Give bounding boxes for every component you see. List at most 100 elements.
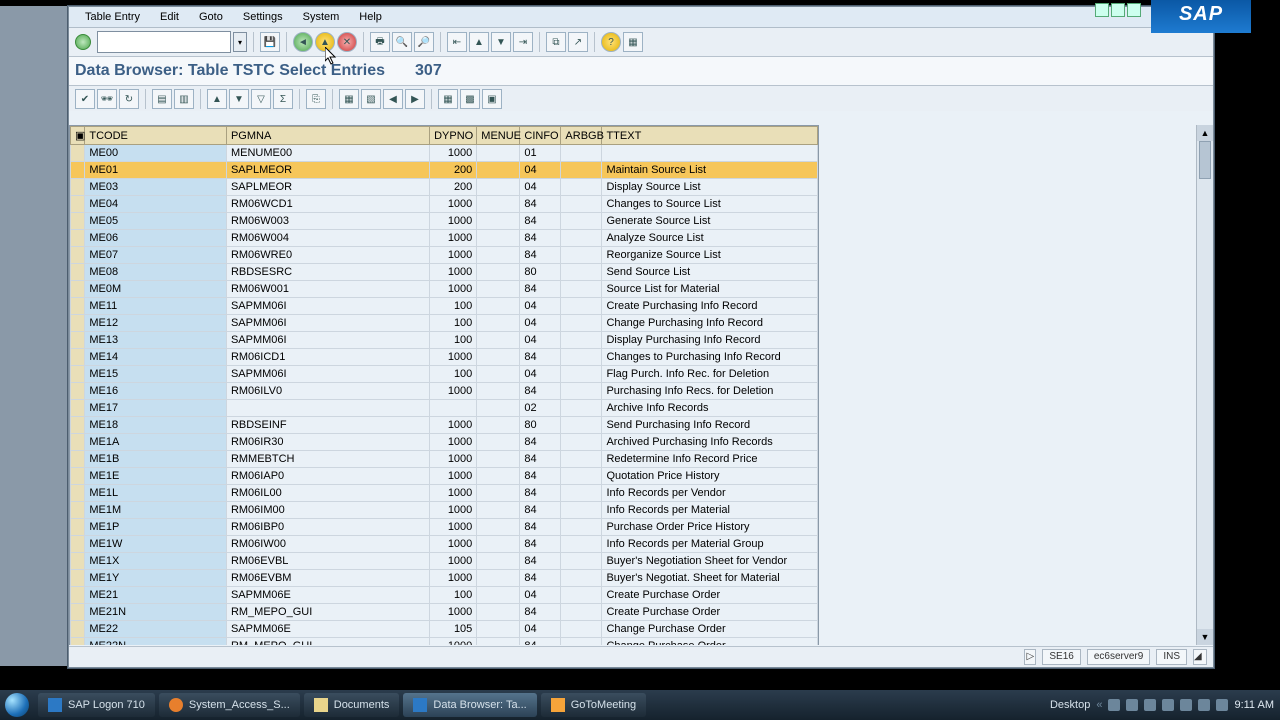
cell[interactable]: Buyer's Negotiat. Sheet for Material — [602, 570, 818, 587]
cell[interactable] — [561, 621, 602, 638]
cell[interactable]: Change Purchasing Info Record — [602, 315, 818, 332]
first-page-button[interactable]: ⇤ — [447, 32, 467, 52]
cell[interactable]: Quotation Price History — [602, 468, 818, 485]
cell[interactable]: ME01 — [85, 162, 227, 179]
cell[interactable]: Send Source List — [602, 264, 818, 281]
cell[interactable]: ME18 — [85, 417, 227, 434]
cell[interactable]: 100 — [430, 332, 477, 349]
cell[interactable] — [477, 281, 520, 298]
table-row[interactable]: ME04RM06WCD1100084Changes to Source List — [71, 196, 818, 213]
cell[interactable] — [561, 502, 602, 519]
menu-table-entry[interactable]: Table Entry — [77, 9, 148, 25]
scroll-up-icon[interactable]: ▲ — [1197, 125, 1213, 141]
cell[interactable]: RM06IL00 — [226, 485, 429, 502]
row-selector[interactable] — [71, 230, 85, 247]
table-row[interactable]: ME1XRM06EVBL100084Buyer's Negotiation Sh… — [71, 553, 818, 570]
cell[interactable]: RM06IM00 — [226, 502, 429, 519]
cell[interactable]: Archived Purchasing Info Records — [602, 434, 818, 451]
close-icon[interactable] — [1127, 3, 1141, 17]
cell[interactable]: RMMEBTCH — [226, 451, 429, 468]
cell[interactable] — [477, 536, 520, 553]
col-cinfo[interactable]: CINFO — [520, 127, 561, 145]
table-row[interactable]: ME05RM06W003100084Generate Source List — [71, 213, 818, 230]
enter-button[interactable] — [75, 34, 91, 50]
cell[interactable]: 1000 — [430, 451, 477, 468]
row-selector[interactable] — [71, 417, 85, 434]
cell[interactable]: Change Purchase Order — [602, 621, 818, 638]
cell[interactable]: RM06W004 — [226, 230, 429, 247]
table-row[interactable]: ME03SAPLMEOR20004Display Source List — [71, 179, 818, 196]
cell[interactable] — [477, 485, 520, 502]
cell[interactable]: ME21N — [85, 604, 227, 621]
table-row[interactable]: ME1YRM06EVBM100084Buyer's Negotiat. Shee… — [71, 570, 818, 587]
list-button[interactable]: ▥ — [174, 89, 194, 109]
select-all-button[interactable]: ▦ — [339, 89, 359, 109]
table-row[interactable]: ME1ERM06IAP0100084Quotation Price Histor… — [71, 468, 818, 485]
cell[interactable] — [477, 264, 520, 281]
table-row[interactable]: ME1ARM06IR30100084Archived Purchasing In… — [71, 434, 818, 451]
cell[interactable]: ME06 — [85, 230, 227, 247]
cell[interactable] — [477, 502, 520, 519]
cell[interactable]: 04 — [520, 315, 561, 332]
cell[interactable] — [477, 570, 520, 587]
sum-button[interactable]: Σ — [273, 89, 293, 109]
cell[interactable] — [477, 621, 520, 638]
cell[interactable] — [477, 638, 520, 646]
table-row[interactable]: ME13SAPMM06I10004Display Purchasing Info… — [71, 332, 818, 349]
row-selector[interactable] — [71, 349, 85, 366]
cell[interactable]: 1000 — [430, 247, 477, 264]
row-selector[interactable] — [71, 332, 85, 349]
cell[interactable] — [561, 349, 602, 366]
cell[interactable]: RM06IBP0 — [226, 519, 429, 536]
cell[interactable]: RM06WRE0 — [226, 247, 429, 264]
menu-help[interactable]: Help — [351, 9, 390, 25]
cell[interactable]: ME17 — [85, 400, 227, 417]
cell[interactable]: 1000 — [430, 383, 477, 400]
cell[interactable] — [561, 332, 602, 349]
cell[interactable]: RBDSEINF — [226, 417, 429, 434]
cell[interactable] — [477, 451, 520, 468]
row-selector[interactable] — [71, 213, 85, 230]
cell[interactable]: ME07 — [85, 247, 227, 264]
cell[interactable]: Display Source List — [602, 179, 818, 196]
cell[interactable]: 01 — [520, 145, 561, 162]
cell[interactable]: Create Purchase Order — [602, 604, 818, 621]
cell[interactable]: 200 — [430, 162, 477, 179]
row-selector[interactable] — [71, 485, 85, 502]
prev-page-button[interactable]: ▲ — [469, 32, 489, 52]
cell[interactable]: 84 — [520, 570, 561, 587]
cell[interactable]: 1000 — [430, 434, 477, 451]
row-selector[interactable] — [71, 451, 85, 468]
cell[interactable]: Display Purchasing Info Record — [602, 332, 818, 349]
cell[interactable]: 84 — [520, 213, 561, 230]
row-selector[interactable] — [71, 383, 85, 400]
cell[interactable]: Purchasing Info Recs. for Deletion — [602, 383, 818, 400]
min-icon[interactable] — [1095, 3, 1109, 17]
cell[interactable]: ME0M — [85, 281, 227, 298]
row-selector[interactable] — [71, 519, 85, 536]
cell[interactable]: ME22 — [85, 621, 227, 638]
grid-button[interactable]: ▦ — [438, 89, 458, 109]
cell[interactable]: 04 — [520, 332, 561, 349]
table-row[interactable]: ME01SAPLMEOR20004Maintain Source List — [71, 162, 818, 179]
table-row[interactable]: ME1WRM06IW00100084Info Records per Mater… — [71, 536, 818, 553]
cell[interactable]: Purchase Order Price History — [602, 519, 818, 536]
cell[interactable]: Info Records per Vendor — [602, 485, 818, 502]
cell[interactable] — [561, 519, 602, 536]
cell[interactable]: SAPMM06I — [226, 298, 429, 315]
cell[interactable]: 1000 — [430, 281, 477, 298]
cell[interactable] — [477, 468, 520, 485]
cell[interactable] — [477, 519, 520, 536]
cell[interactable] — [477, 315, 520, 332]
vertical-scrollbar[interactable]: ▲ ▼ — [1196, 125, 1213, 645]
cell[interactable]: RM_MEPO_GUI — [226, 604, 429, 621]
cell[interactable] — [561, 400, 602, 417]
cell[interactable]: 04 — [520, 179, 561, 196]
cell[interactable]: 84 — [520, 485, 561, 502]
cell[interactable]: 04 — [520, 621, 561, 638]
cell[interactable]: 1000 — [430, 519, 477, 536]
tray-icon[interactable] — [1144, 699, 1156, 711]
cell[interactable]: 100 — [430, 366, 477, 383]
find-next-button[interactable]: 🔎 — [414, 32, 434, 52]
cell[interactable] — [561, 196, 602, 213]
